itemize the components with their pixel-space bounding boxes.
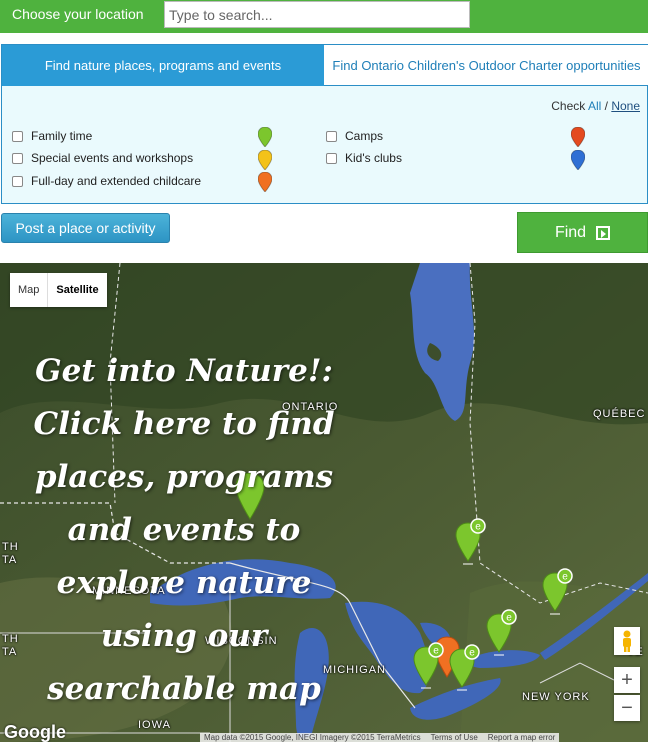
filter-camps[interactable]: Camps (326, 129, 383, 143)
map-marker-e[interactable]: e (541, 567, 575, 615)
map-marker-e[interactable]: e (448, 643, 482, 691)
map-marker-e[interactable]: e (454, 517, 488, 565)
post-place-button[interactable]: Post a place or activity (1, 213, 170, 243)
location-label: Choose your location (12, 6, 144, 22)
filter-special-events[interactable]: Special events and workshops (12, 151, 193, 165)
map-attribution: Map data ©2015 Google, INEGI Imagery ©20… (200, 733, 560, 742)
map-type-satellite-button[interactable]: Satellite (47, 273, 106, 307)
map-label-iowa: IOWA (138, 719, 171, 731)
tab-find-charter[interactable]: Find Ontario Children's Outdoor Charter … (324, 45, 648, 86)
attribution-text: Map data ©2015 Google, INEGI Imagery ©20… (204, 733, 421, 742)
get-into-nature-banner[interactable]: Get into Nature!: Click here to find pla… (10, 345, 358, 716)
map-view[interactable]: Map Satellite ONTARIO QUÉBEC MINNESOTA W… (0, 263, 648, 742)
marker-badge: e (433, 646, 439, 657)
check-separator: / (604, 99, 608, 113)
map-label-new-york: NEW YORK (522, 691, 590, 703)
camps-checkbox[interactable] (326, 130, 337, 142)
terms-of-use-link[interactable]: Terms of Use (431, 733, 478, 742)
filter-family-time[interactable]: Family time (12, 129, 92, 143)
special-events-checkbox[interactable] (12, 152, 23, 164)
map-marker-e[interactable]: e (485, 608, 519, 656)
find-button[interactable]: Find (517, 212, 648, 253)
marker-badge: e (475, 522, 481, 533)
filter-panel: Find nature places, programs and events … (1, 44, 648, 204)
street-view-pegman-icon[interactable] (614, 627, 640, 655)
check-prefix: Check (551, 99, 586, 113)
zoom-in-button[interactable]: + (614, 667, 640, 693)
childcare-checkbox[interactable] (12, 175, 23, 187)
map-type-map-button[interactable]: Map (10, 273, 47, 307)
filter-childcare[interactable]: Full-day and extended childcare (12, 174, 201, 188)
filter-label: Special events and workshops (31, 151, 194, 165)
arrow-right-icon (596, 225, 611, 240)
zoom-out-button[interactable]: − (614, 695, 640, 721)
tab-find-nature[interactable]: Find nature places, programs and events (2, 45, 324, 86)
location-bar: Choose your location (0, 0, 648, 33)
filter-kids-clubs[interactable]: Kid's clubs (326, 151, 402, 165)
map-marker-e[interactable]: e (412, 641, 446, 689)
map-label-quebec: QUÉBEC (593, 408, 646, 420)
filter-label: Kid's clubs (345, 151, 402, 165)
special-events-pin-icon (258, 150, 272, 170)
camps-pin-icon (571, 127, 585, 147)
filter-label: Full-day and extended childcare (31, 174, 202, 188)
marker-badge: e (506, 613, 512, 624)
family-time-pin-icon (258, 127, 272, 147)
childcare-pin-icon (258, 172, 272, 192)
pegman-icon (623, 630, 631, 652)
filter-label: Family time (31, 129, 93, 143)
check-all-none: Check All / None (551, 99, 640, 113)
family-time-checkbox[interactable] (12, 130, 23, 142)
map-type-control: Map Satellite (10, 273, 107, 307)
report-map-error-link[interactable]: Report a map error (488, 733, 556, 742)
google-logo[interactable]: Google (4, 722, 66, 742)
kids-clubs-pin-icon (571, 150, 585, 170)
filter-label: Camps (345, 129, 384, 143)
location-search-input[interactable] (164, 1, 470, 28)
check-all-link[interactable]: All (588, 99, 601, 113)
kids-clubs-checkbox[interactable] (326, 152, 337, 164)
marker-badge: e (562, 572, 568, 583)
marker-badge: e (469, 648, 475, 659)
check-none-link[interactable]: None (611, 99, 640, 113)
find-button-label: Find (554, 223, 587, 241)
